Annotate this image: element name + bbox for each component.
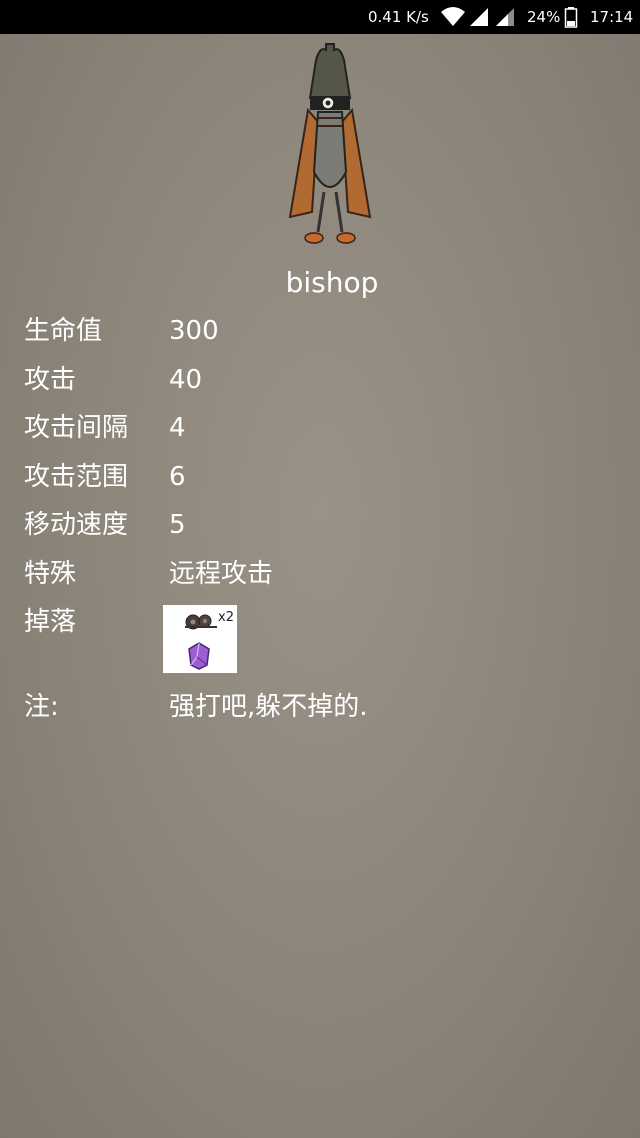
- stat-value: 6: [169, 461, 186, 492]
- drops-row: 掉落 x2: [24, 605, 624, 690]
- note-value: 强打吧,躲不掉的.: [169, 692, 368, 722]
- signal-icon: [496, 8, 514, 26]
- stat-value: 300: [169, 316, 219, 346]
- stat-row-special: 特殊 远程攻击: [24, 557, 624, 606]
- stats-list: 生命值 300 攻击 40 攻击间隔 4 攻击范围 6 移动速度 5 特殊 远程…: [24, 314, 624, 730]
- character-name: bishop: [285, 266, 379, 299]
- stat-value: 40: [169, 364, 203, 395]
- stat-label: 移动速度: [24, 510, 129, 540]
- status-bar: 0.41 K/s 24% 17:14: [0, 0, 640, 34]
- stat-value: 远程攻击: [169, 558, 274, 589]
- stat-row-health: 生命值 300: [24, 314, 624, 363]
- stat-row-attack-range: 攻击范围 6: [24, 460, 624, 509]
- network-speed: 0.41 K/s: [368, 8, 429, 26]
- drop-count: x2: [218, 610, 234, 625]
- stat-label: 生命值: [24, 316, 103, 346]
- drops-label: 掉落: [24, 607, 77, 637]
- stat-label: 攻击间隔: [24, 413, 129, 443]
- signal-icon: [470, 8, 488, 26]
- stat-row-move-speed: 移动速度 5: [24, 508, 624, 557]
- note-row: 注: 强打吧,躲不掉的.: [24, 690, 624, 730]
- stat-label: 攻击范围: [24, 461, 129, 492]
- battery-percent: 24%: [527, 8, 561, 26]
- stat-value: 5: [169, 510, 186, 540]
- note-label: 注:: [24, 692, 59, 722]
- bishop-figure: [288, 43, 372, 244]
- stat-row-attack: 攻击 40: [24, 363, 624, 412]
- battery-icon: [564, 7, 578, 28]
- purple-gem-icon: [188, 642, 210, 670]
- drops-image: x2: [163, 605, 237, 673]
- clock: 17:14: [590, 8, 634, 26]
- stat-value: 4: [169, 413, 186, 443]
- gears-icon: [185, 614, 217, 630]
- stat-label: 特殊: [24, 558, 77, 589]
- stat-label: 攻击: [24, 364, 77, 395]
- stat-row-attack-interval: 攻击间隔 4: [24, 411, 624, 460]
- wifi-icon: [441, 7, 465, 26]
